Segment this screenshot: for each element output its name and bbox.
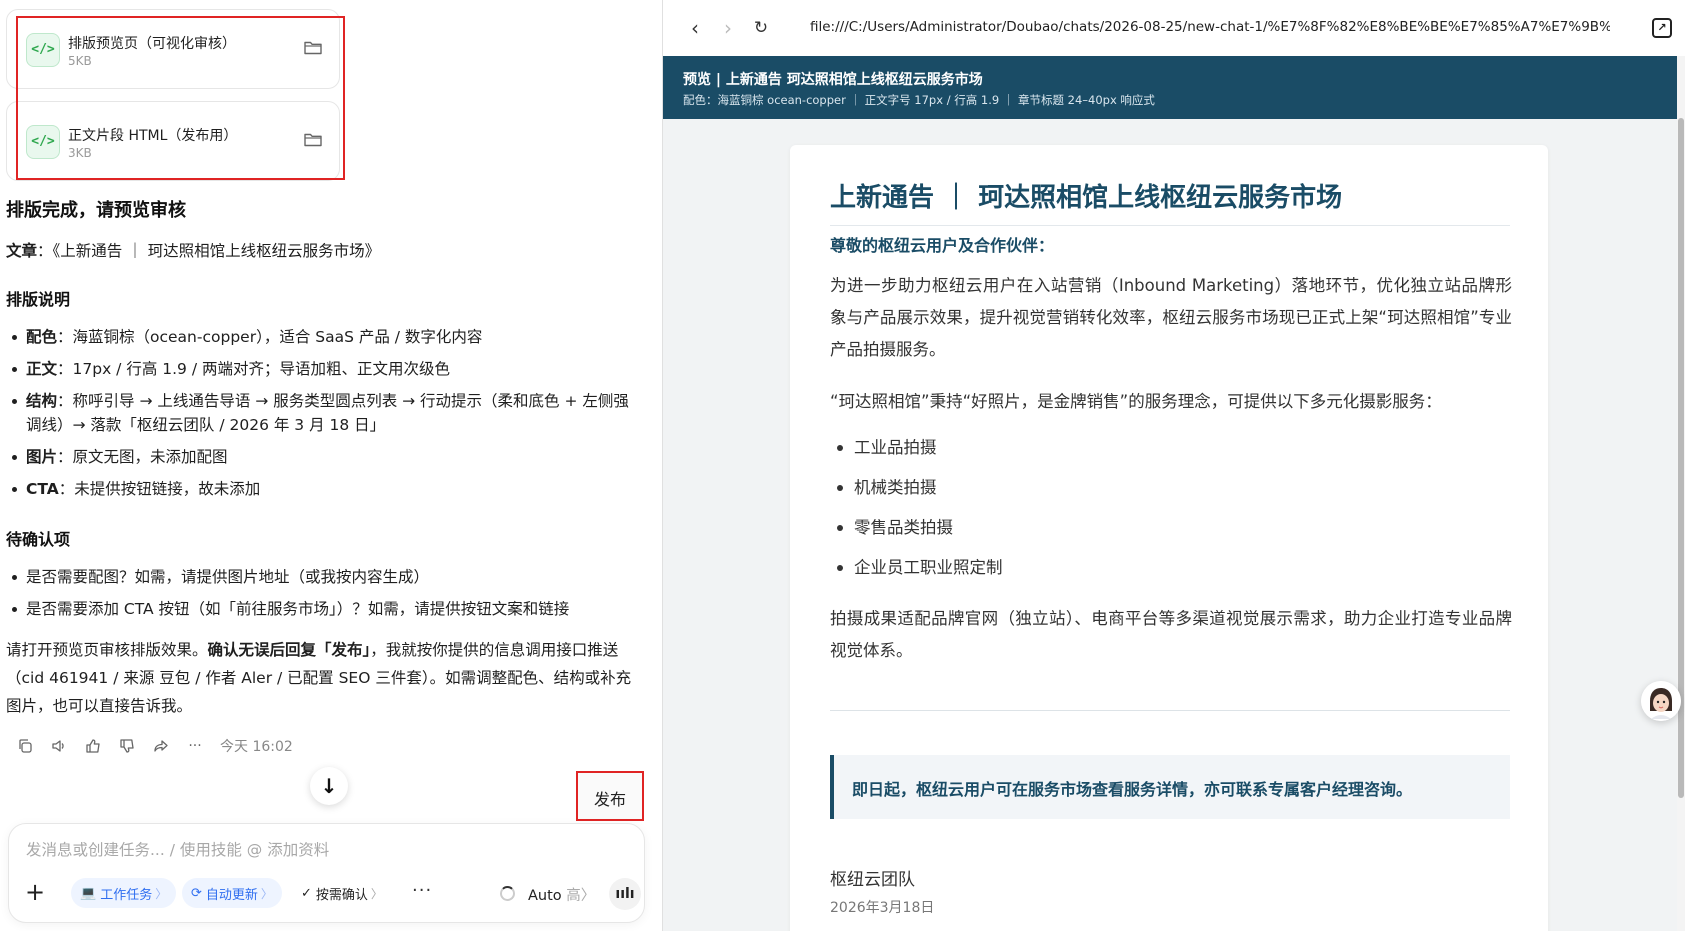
chip-label: 按需确认 — [315, 887, 368, 903]
open-external-icon[interactable]: ↗ — [1652, 18, 1672, 38]
article-line: 文章：《上新通告 ｜ 珂达照相馆上线枢纽云服务市场》 — [6, 237, 380, 265]
notes-list: 配色：海蓝铜棕（ocean-copper），适合 SaaS 产品 / 数字化内容… — [6, 325, 646, 509]
list-item: 是否需要添加 CTA 按钮（如「前往服务市场」）？如需，请提供按钮文案和链接 — [6, 597, 646, 621]
reload-icon[interactable]: ↻ — [749, 16, 773, 40]
callout-text: 即日起，枢纽云用户可在服务市场查看服务详情，亦可联系专属客户经理咨询。 — [852, 780, 1413, 799]
closing-paragraph: 请打开预览页审核排版效果。确认无误后回复「发布」，我就按你提供的信息调用接口推送… — [6, 636, 646, 720]
chevron-right-icon: 〉 — [580, 888, 596, 904]
chat-pane: </> 排版预览页（可视化审核） 5KB </> 正文片段 HTML（发布用） … — [0, 0, 662, 931]
list-item: CTA：未提供按钮链接，故未添加 — [6, 477, 646, 501]
note-text: ：称呼引导 → 上线通告导语 → 服务类型圆点列表 → 行动提示（柔和底色 + … — [26, 392, 629, 434]
list-item: 图片：原文无图，未添加配图 — [6, 445, 646, 469]
signature-date: 2026年3月18日 — [830, 900, 935, 916]
list-item: 工业品拍摄 — [830, 432, 1470, 472]
article-paragraph: 拍摄成果适配品牌官网（独立站）、电商平台等多渠道视觉展示需求，助力企业打造专业品… — [830, 609, 1512, 660]
model-selector[interactable]: Auto 高〉 — [528, 884, 595, 905]
publish-button[interactable]: 发布 — [576, 771, 644, 821]
callout-box: 即日起，枢纽云用户可在服务市场查看服务详情，亦可联系专属客户经理咨询。 — [830, 755, 1510, 819]
scrollbar[interactable] — [1677, 56, 1685, 931]
auto-label: Auto — [528, 888, 562, 904]
pending-list: 是否需要配图？如需，请提供图片地址（或我按内容生成） 是否需要添加 CTA 按钮… — [6, 565, 646, 629]
list-item: 配色：海蓝铜棕（ocean-copper），适合 SaaS 产品 / 数字化内容 — [6, 325, 646, 349]
browser-pane: ‹ › ↻ file:///C:/Users/Administrator/Dou… — [662, 0, 1685, 931]
chip-label: 工作任务 — [100, 887, 153, 903]
chevron-right-icon: 〉 — [260, 886, 273, 901]
browser-toolbar: ‹ › ↻ file:///C:/Users/Administrator/Dou… — [663, 0, 1685, 56]
laptop-icon: 💻 — [80, 885, 97, 901]
more-icon[interactable]: ··· — [178, 735, 212, 757]
article-paragraph: “珂达照相馆”秉持“好照片，是金牌销售”的服务理念，可提供以下多元化摄影服务： — [830, 392, 1442, 411]
chip-work-task[interactable]: 💻 工作任务〉 — [71, 878, 177, 908]
section-divider — [830, 710, 1510, 711]
more-options-icon[interactable]: ··· — [412, 880, 432, 901]
article-title: ：《上新通告 ｜ 珂达照相馆上线枢纽云服务市场》 — [37, 242, 381, 260]
list-item: 机械类拍摄 — [830, 472, 1470, 512]
preview-header: 预览 | 上新通告 珂达照相馆上线枢纽云服务市场 配色：海蓝铜棕 ocean-c… — [663, 56, 1680, 119]
chevron-right-icon: 〉 — [155, 886, 168, 901]
article-card: 上新通告 ｜ 珂达照相馆上线枢纽云服务市场 尊敬的枢纽云用户及合作伙伴： 为进一… — [790, 145, 1548, 931]
closing-bold: 确认无误后回复「发布」 — [207, 641, 371, 659]
article-greeting: 尊敬的枢纽云用户及合作伙伴： — [830, 236, 1055, 255]
speaker-icon[interactable] — [42, 735, 76, 757]
note-text: ：17px / 行高 1.9 / 两端对齐；导语加粗、正文用次级色 — [57, 360, 450, 378]
note-key: 图片 — [26, 448, 58, 466]
message-heading: 排版完成，请预览审核 — [6, 200, 186, 221]
composer: + 💻工作任务〉 ⟳自动更新〉 ✓按需确认〉 ··· Auto 高〉 ıılı — [8, 823, 645, 923]
address-bar[interactable]: file:///C:/Users/Administrator/Doubao/ch… — [810, 19, 1610, 35]
pending-heading: 待确认项 — [6, 530, 71, 549]
assistant-avatar-icon[interactable] — [1641, 681, 1681, 721]
title-divider — [830, 225, 1510, 226]
chevron-right-icon: 〉 — [370, 886, 383, 901]
check-circle-icon: ✓ — [301, 885, 312, 901]
message-input[interactable] — [26, 841, 626, 859]
thumbs-up-icon[interactable] — [76, 735, 110, 757]
note-text: ：未提供按钮链接，故未添加 — [58, 480, 261, 498]
list-item: 结构：称呼引导 → 上线通告导语 → 服务类型圆点列表 → 行动提示（柔和底色 … — [6, 389, 646, 437]
plus-icon[interactable]: + — [25, 880, 45, 904]
chip-label: 自动更新 — [205, 887, 258, 903]
list-item: 零售品类拍摄 — [830, 512, 1470, 552]
arrow-down-icon: ↓ — [320, 774, 338, 798]
note-key: 结构 — [26, 392, 58, 410]
note-text: ：海蓝铜棕（ocean-copper），适合 SaaS 产品 / 数字化内容 — [57, 328, 483, 346]
article-paragraph: 为进一步助力枢纽云用户在入站营销（Inbound Marketing）落地环节，… — [830, 276, 1512, 359]
message-time: 今天 16:02 — [220, 739, 293, 755]
article-title: 上新通告 ｜ 珂达照相馆上线枢纽云服务市场 — [830, 183, 1343, 213]
forward-icon[interactable]: › — [716, 16, 740, 40]
share-icon[interactable] — [144, 735, 178, 757]
chip-auto-update[interactable]: ⟳ 自动更新〉 — [182, 878, 282, 908]
services-list: 工业品拍摄 机械类拍摄 零售品类拍摄 企业员工职业照定制 — [830, 432, 1470, 592]
signature: 枢纽云团队 — [830, 870, 915, 890]
loading-icon — [500, 886, 515, 901]
note-key: 正文 — [26, 360, 58, 378]
closing-text: 请打开预览页审核排版效果。 — [6, 641, 208, 659]
note-key: 配色 — [26, 328, 58, 346]
thumbs-down-icon[interactable] — [110, 735, 144, 757]
article-label: 文章 — [6, 242, 38, 260]
preview-meta: 配色：海蓝铜棕 ocean-copper ｜ 正文字号 17px / 行高 1.… — [683, 93, 1155, 107]
message-actions: ··· 今天 16:02 — [8, 735, 293, 757]
list-item: 企业员工职业照定制 — [830, 552, 1470, 592]
scroll-down-button[interactable]: ↓ — [310, 767, 348, 805]
copy-icon[interactable] — [8, 735, 42, 757]
preview-title: 预览 | 上新通告 珂达照相馆上线枢纽云服务市场 — [683, 72, 983, 88]
auto-level: 高 — [566, 888, 581, 904]
back-icon[interactable]: ‹ — [683, 16, 707, 40]
sync-icon: ⟳ — [191, 885, 202, 901]
highlight-box-files — [16, 16, 345, 180]
note-text: ：原文无图，未添加配图 — [57, 448, 228, 466]
notes-heading: 排版说明 — [6, 290, 71, 309]
voice-input-icon[interactable]: ıılı — [609, 878, 641, 910]
list-item: 正文：17px / 行高 1.9 / 两端对齐；导语加粗、正文用次级色 — [6, 357, 646, 381]
note-key: CTA — [26, 480, 59, 498]
chip-confirm[interactable]: ✓ 按需确认〉 — [292, 878, 392, 908]
list-item: 是否需要配图？如需，请提供图片地址（或我按内容生成） — [6, 565, 646, 589]
